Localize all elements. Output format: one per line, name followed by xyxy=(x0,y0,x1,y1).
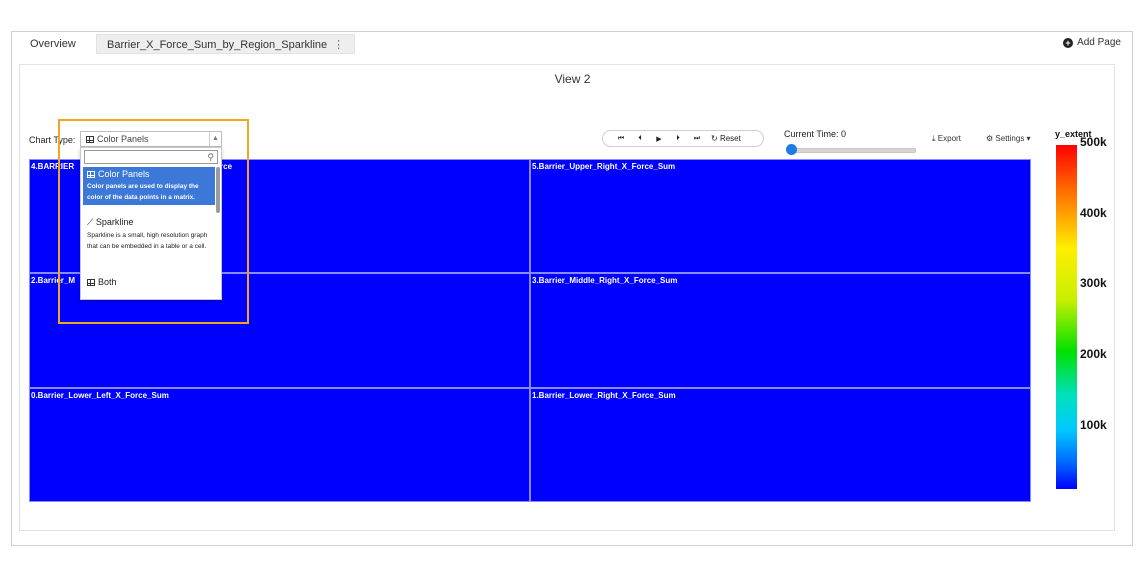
legend-tick: 100k xyxy=(1080,418,1107,432)
option-both[interactable]: Both xyxy=(83,275,215,289)
option-description: Color panels are used to display the col… xyxy=(87,183,199,201)
panel-label: 5.Barrier_Upper_Right_X_Force_Sum xyxy=(532,162,676,171)
last-icon[interactable]: ⏭ xyxy=(687,135,706,143)
reset-label: Reset xyxy=(719,134,741,143)
color-scale-bar xyxy=(1056,145,1077,489)
playback-controls: ⏮ ⏴ ▶ ⏵ ⏭ ↻ Reset xyxy=(602,130,764,147)
dropdown-search-input[interactable]: ⚲ xyxy=(84,150,218,164)
reset-icon: ↻ xyxy=(711,134,718,143)
time-slider-thumb[interactable] xyxy=(786,144,797,155)
legend-tick: 200k xyxy=(1080,347,1107,361)
option-label: Sparkline xyxy=(95,217,134,227)
dropdown-scrollbar[interactable] xyxy=(216,167,220,213)
next-icon[interactable]: ⏵ xyxy=(668,135,687,143)
plus-circle-icon: + xyxy=(1063,37,1074,48)
chevron-up-icon[interactable]: ▲ xyxy=(209,132,221,146)
time-slider[interactable] xyxy=(790,148,916,153)
option-label: Both xyxy=(98,277,117,287)
reset-button[interactable]: ↻ Reset xyxy=(711,134,741,143)
panel-label: 2.Barrier_M xyxy=(31,276,76,285)
color-panel[interactable]: 3.Barrier_Middle_Right_X_Force_Sum xyxy=(530,273,1031,388)
chart-type-selected: Color Panels xyxy=(97,134,149,144)
gear-icon: ⚙ xyxy=(986,134,994,143)
legend-tick: 500k xyxy=(1080,135,1107,149)
settings-label: Settings xyxy=(995,134,1025,143)
option-color-panels[interactable]: Color Panels Color panels are used to di… xyxy=(83,167,215,205)
chart-type-select[interactable]: Color Panels ▲ xyxy=(80,131,222,147)
export-button[interactable]: ⤓ Export xyxy=(932,134,961,144)
settings-button[interactable]: ⚙ Settings ▾ xyxy=(986,134,1031,143)
legend-tick: 300k xyxy=(1080,276,1107,290)
tab-barrier-sparkline[interactable]: Barrier_X_Force_Sum_by_Region_Sparkline ⋮ xyxy=(96,34,356,54)
panel-label: 0.Barrier_Lower_Left_X_Force_Sum xyxy=(31,391,169,400)
option-description: Sparkline is a small, high resolution gr… xyxy=(87,232,208,250)
view-title: View 2 xyxy=(554,72,591,86)
legend-tick: 400k xyxy=(1080,206,1107,220)
tab-overview[interactable]: Overview xyxy=(20,34,86,54)
tab-label: Overview xyxy=(30,38,76,50)
tab-label: Barrier_X_Force_Sum_by_Region_Sparkline xyxy=(107,39,328,51)
play-icon[interactable]: ▶ xyxy=(649,135,668,143)
add-page-button[interactable]: + Add Page xyxy=(1063,37,1121,48)
first-icon[interactable]: ⏮ xyxy=(611,135,630,143)
color-panel[interactable]: 1.Barrier_Lower_Right_X_Force_Sum xyxy=(530,388,1031,502)
prev-icon[interactable]: ⏴ xyxy=(630,135,649,143)
color-panel[interactable]: 0.Barrier_Lower_Left_X_Force_Sum xyxy=(29,388,530,502)
panel-label: 1.Barrier_Lower_Right_X_Force_Sum xyxy=(532,391,676,400)
current-time-label: Current Time: 0 xyxy=(784,129,847,139)
line-chart-icon: ⟋ xyxy=(87,217,96,227)
option-label: Color Panels xyxy=(98,169,150,179)
export-label: Export xyxy=(937,134,961,143)
caret-down-icon: ▾ xyxy=(1026,134,1031,143)
option-sparkline[interactable]: ⟋ Sparkline Sparkline is a small, high r… xyxy=(83,215,215,254)
color-panel[interactable]: 5.Barrier_Upper_Right_X_Force_Sum xyxy=(530,159,1031,273)
chart-type-dropdown: ⚲ Color Panels Color panels are used to … xyxy=(80,147,222,300)
chart-type-label: Chart Type: xyxy=(29,135,76,145)
search-icon: ⚲ xyxy=(207,152,214,162)
download-icon: ⤓ xyxy=(932,134,936,143)
kebab-icon[interactable]: ⋮ xyxy=(333,39,344,51)
grid-icon xyxy=(87,279,95,286)
grid-icon xyxy=(86,136,94,143)
panel-label: 3.Barrier_Middle_Right_X_Force_Sum xyxy=(532,276,678,285)
panel-label: 4.BARRIER xyxy=(31,162,75,171)
grid-icon xyxy=(87,171,95,178)
add-page-label: Add Page xyxy=(1077,37,1121,48)
